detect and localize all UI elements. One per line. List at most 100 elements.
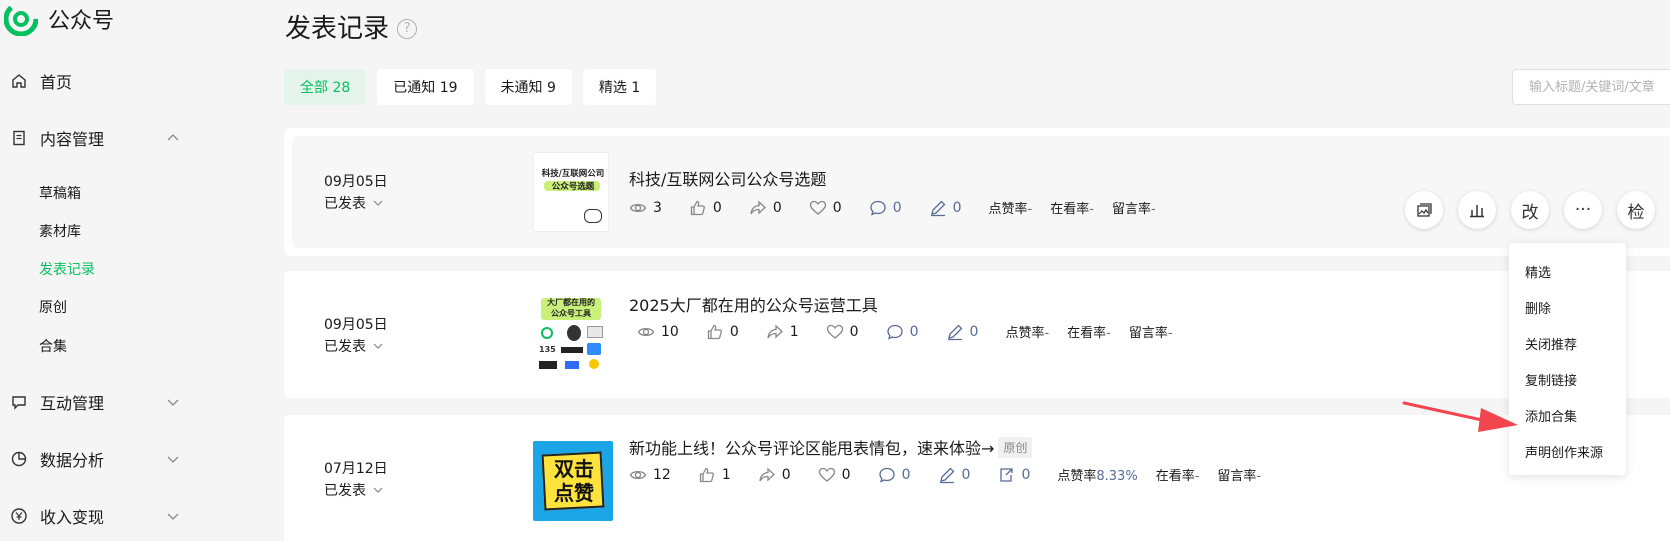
article-status-label: 已发表 <box>324 339 366 355</box>
menu-item-copy-link[interactable]: 复制链接 <box>1525 370 1577 389</box>
article-title-text: 2025大厂都在用的公众号运营工具 <box>629 296 878 315</box>
filter-tab-notified[interactable]: 已通知 19 <box>377 69 474 105</box>
comment-count[interactable]: 0 <box>869 199 902 217</box>
thumb-text-line2: 公众号选题 <box>551 182 595 192</box>
filter-tab-not-notified[interactable]: 未通知 9 <box>484 69 572 105</box>
comment-icon <box>870 200 886 216</box>
article-thumbnail[interactable]: 大厂都在用的 公众号工具 135 <box>533 293 609 373</box>
sidebar-item-home[interactable]: 首页 <box>10 69 180 93</box>
read-count: 12 <box>629 466 671 484</box>
comment-rate-label: 留言率 <box>1128 326 1168 341</box>
wow-count-value: 0 <box>832 199 842 216</box>
note-count[interactable]: 0 <box>929 199 962 217</box>
article-thumbnail[interactable]: 双击 点赞 <box>533 441 613 521</box>
thumbs-up-icon <box>707 324 722 339</box>
page-title-text: 发表记录 <box>285 14 390 44</box>
check-button[interactable]: 检 <box>1617 191 1655 229</box>
menu-item-feature[interactable]: 精选 <box>1525 262 1551 281</box>
heart-icon <box>818 467 835 482</box>
note-count[interactable]: 0 <box>938 466 970 484</box>
article-status[interactable]: 已发表 <box>324 336 384 356</box>
read-count: 10 <box>637 323 679 341</box>
article-date: 07月12日 <box>324 461 388 477</box>
logo[interactable]: 公众号 <box>4 2 114 36</box>
article-card: 09月05日 已发表 大厂都在用的 公众号工具 135 2025大厂都在用的公众… <box>284 271 1670 398</box>
like-rate-value: - <box>1027 202 1033 217</box>
like-rate-label: 点赞率 <box>1005 326 1045 341</box>
thumbs-up-icon <box>690 200 705 215</box>
article-card: 07月12日 已发表 双击 点赞 新功能上线！公众号评论区能甩表情包，速来体验→… <box>284 415 1670 541</box>
menu-item-disable-recommend[interactable]: 关闭推荐 <box>1525 334 1577 353</box>
comment-count[interactable]: 0 <box>886 323 919 341</box>
filter-tab-all[interactable]: 全部 28 <box>284 69 367 105</box>
article-card: 09月05日 已发表 科技/互联网公司 公众号选题 科技/互联网公司公众号选题 … <box>284 128 1670 256</box>
thumb-text-line2: 公众号工具 <box>551 309 591 318</box>
watch-rate-value: - <box>1089 202 1094 217</box>
sidebar-item-publish-records[interactable]: 发表记录 <box>39 259 95 279</box>
share-count-value: 0 <box>772 199 782 216</box>
menu-item-add-to-collection[interactable]: 添加合集 <box>1525 406 1577 425</box>
article-thumbnail[interactable]: 科技/互联网公司 公众号选题 <box>533 152 609 232</box>
repost-count[interactable]: 0 <box>997 466 1030 484</box>
search-input[interactable] <box>1513 70 1670 104</box>
sidebar-item-drafts[interactable]: 草稿箱 <box>39 183 81 203</box>
chevron-down-icon <box>167 513 179 520</box>
chevron-down-icon <box>373 487 383 493</box>
chevron-down-icon <box>167 399 179 406</box>
comment-rate-label: 留言率 <box>1111 202 1151 217</box>
more-menu: 精选 删除 关闭推荐 复制链接 添加合集 声明创作来源 <box>1509 243 1626 475</box>
share-count-value: 1 <box>789 323 799 340</box>
sidebar-item-monetization[interactable]: 收入变现 <box>10 504 180 528</box>
comment-count[interactable]: 0 <box>878 466 911 484</box>
help-icon[interactable]: ? <box>397 18 418 39</box>
comment-rate: 留言率- <box>1129 322 1173 341</box>
edit-button[interactable]: 改 <box>1511 191 1549 229</box>
share-count-value: 0 <box>781 466 791 483</box>
pen-icon <box>939 467 954 483</box>
note-count[interactable]: 0 <box>946 323 978 341</box>
filter-tab-featured[interactable]: 精选 1 <box>582 69 657 105</box>
menu-item-delete[interactable]: 删除 <box>1525 298 1551 317</box>
article-status[interactable]: 已发表 <box>324 193 384 213</box>
sidebar-item-interaction[interactable]: 互动管理 <box>10 390 180 414</box>
thumb-text-line1: 大厂都在用的 <box>547 298 595 307</box>
wow-count-value: 0 <box>841 466 851 483</box>
comment-rate: 留言率- <box>1217 465 1261 484</box>
sidebar-item-content[interactable]: 内容管理 <box>10 126 180 150</box>
share-count: 0 <box>749 199 782 217</box>
card-hover-bg <box>292 136 1670 248</box>
watch-rate: 在看率- <box>1156 465 1200 484</box>
repost-count-value: 0 <box>1021 466 1031 483</box>
article-stats: 10 0 1 0 0 0 点赞率- 在看率- 留言率- <box>637 322 1191 341</box>
comment-icon <box>886 324 903 340</box>
thumb-text-line1: 科技/互联网公司 <box>541 169 605 179</box>
article-title[interactable]: 2025大厂都在用的公众号运营工具 <box>629 292 878 316</box>
wow-count-value: 0 <box>849 323 859 340</box>
like-count: 1 <box>698 466 731 484</box>
watch-rate: 在看率- <box>1067 322 1111 341</box>
like-count: 0 <box>689 199 722 217</box>
cover-button[interactable] <box>1405 191 1443 229</box>
sidebar-item-original[interactable]: 原创 <box>39 297 67 317</box>
read-count: 3 <box>629 199 662 217</box>
sidebar-item-analytics[interactable]: 数据分析 <box>10 447 180 471</box>
share-count: 0 <box>758 466 791 484</box>
stats-button[interactable] <box>1458 191 1496 229</box>
article-title[interactable]: 科技/互联网公司公众号选题 <box>629 166 826 190</box>
sidebar-item-materials[interactable]: 素材库 <box>39 221 81 241</box>
wow-count: 0 <box>818 466 851 484</box>
more-button[interactable]: ··· <box>1564 191 1602 229</box>
article-status[interactable]: 已发表 <box>324 480 384 500</box>
article-title[interactable]: 新功能上线！公众号评论区能甩表情包，速来体验→ 原创 <box>629 435 1033 459</box>
menu-item-declare-source[interactable]: 声明创作来源 <box>1525 442 1603 461</box>
chevron-down-icon <box>373 200 383 206</box>
article-title-text: 科技/互联网公司公众号选题 <box>629 170 827 189</box>
pen-icon <box>947 324 962 340</box>
comment-rate-value: - <box>1256 469 1262 484</box>
like-rate-value: 8.33% <box>1096 469 1138 484</box>
chat-icon <box>12 396 26 410</box>
thumb-text-line1: 双击 <box>554 457 594 481</box>
share-icon <box>759 467 775 481</box>
sidebar-item-collections[interactable]: 合集 <box>39 336 67 356</box>
article-stats: 12 1 0 0 0 0 0 点赞率8.33% 在看率- 留言率- <box>629 465 1279 484</box>
